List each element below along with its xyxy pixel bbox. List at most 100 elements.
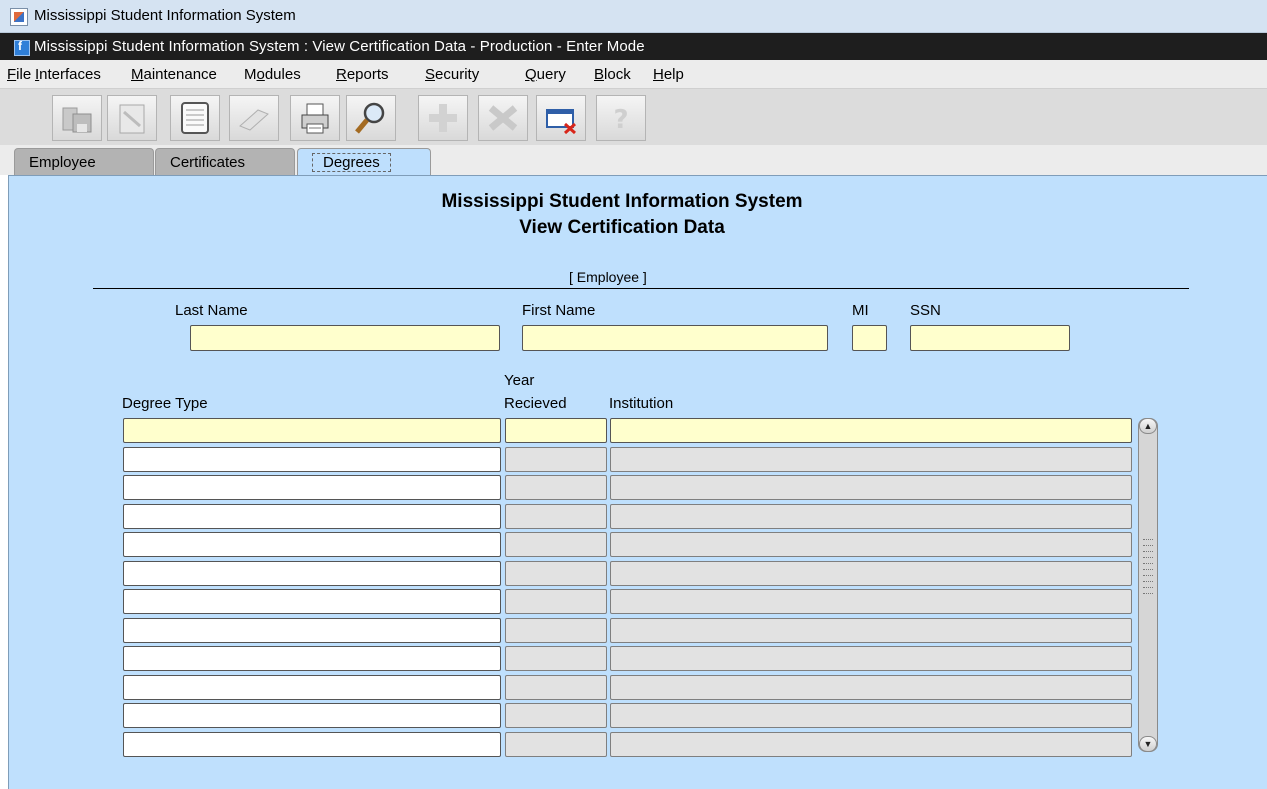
mi-label: MI — [852, 302, 869, 319]
degree-type-cell[interactable] — [123, 503, 501, 529]
institution-cell[interactable] — [610, 674, 1132, 700]
form-heading-line2: View Certification Data — [519, 217, 725, 238]
year-header-line1: Year — [504, 372, 535, 389]
year-received-cell[interactable] — [505, 617, 607, 643]
remove-icon — [239, 109, 269, 131]
institution-cell[interactable] — [610, 703, 1132, 728]
ssn-label: SSN — [910, 302, 941, 319]
form-heading-line1: Mississippi Student Information System — [441, 191, 803, 212]
institution-cell[interactable] — [610, 617, 1132, 643]
degree-type-cell[interactable] — [123, 731, 501, 757]
degree-type-cell[interactable] — [123, 617, 501, 643]
degree-type-cell[interactable] — [123, 703, 501, 728]
insert-record-button[interactable] — [418, 95, 468, 141]
remove-button[interactable] — [229, 95, 279, 141]
scroll-grip — [1143, 539, 1153, 541]
section-divider — [93, 288, 1189, 289]
degree-type-cell[interactable] — [123, 674, 501, 700]
year-received-cell[interactable] — [505, 731, 607, 757]
ssn-field[interactable] — [910, 325, 1070, 351]
list-button[interactable] — [170, 95, 220, 141]
institution-cell[interactable] — [610, 731, 1132, 757]
exit-icon — [546, 109, 577, 135]
scroll-grip — [1143, 587, 1153, 589]
tab-employee-label: Employee — [29, 154, 96, 171]
last-name-label: Last Name — [175, 302, 248, 319]
help-button[interactable]: ? — [596, 95, 646, 141]
scroll-grip — [1143, 557, 1153, 559]
os-title-bar: Mississippi Student Information System — [0, 0, 1267, 33]
menu-query[interactable]: Query — [525, 66, 566, 83]
scroll-grip — [1143, 563, 1153, 565]
degrees-scrollbar[interactable]: ▲ ▼ — [1138, 418, 1158, 752]
search-icon — [355, 102, 385, 134]
institution-cell[interactable] — [610, 503, 1132, 529]
menu-file[interactable]: File — [7, 66, 31, 83]
institution-cell[interactable] — [610, 646, 1132, 671]
year-received-cell[interactable] — [505, 475, 607, 500]
scroll-grip — [1143, 545, 1153, 547]
menu-bar: File Interfaces Maintenance Modules Reports S… — [0, 60, 1267, 89]
year-received-cell[interactable] — [505, 560, 607, 586]
year-received-cell[interactable] — [505, 674, 607, 700]
exit-button[interactable] — [536, 95, 586, 141]
help-icon: ? — [613, 105, 628, 135]
degree-type-cell[interactable] — [123, 589, 501, 614]
institution-cell[interactable] — [610, 475, 1132, 500]
os-window-title: Mississippi Student Information System — [34, 7, 296, 24]
tab-certificates[interactable]: Certificates — [155, 148, 295, 175]
degree-type-cell[interactable] — [123, 646, 501, 671]
institution-cell[interactable] — [610, 446, 1132, 472]
edit-button[interactable] — [107, 95, 157, 141]
menu-maintenance[interactable]: Maintenance — [131, 66, 217, 83]
institution-cell[interactable] — [610, 418, 1132, 443]
scroll-down-icon[interactable]: ▼ — [1139, 736, 1157, 752]
year-received-cell[interactable] — [505, 418, 607, 443]
toolbar: ? — [0, 89, 1267, 146]
menu-block[interactable]: Block — [594, 66, 631, 83]
menu-reports[interactable]: Reports — [336, 66, 389, 83]
scroll-grip — [1143, 551, 1153, 553]
forms-app-icon — [14, 39, 30, 56]
first-name-field[interactable] — [522, 325, 828, 351]
print-button[interactable] — [290, 95, 340, 141]
form-canvas: Mississippi Student Information System V… — [8, 175, 1267, 789]
scroll-grip — [1143, 581, 1153, 583]
degree-type-cell[interactable] — [123, 475, 501, 500]
degree-type-cell[interactable] — [123, 446, 501, 472]
institution-cell[interactable] — [610, 560, 1132, 586]
first-name-label: First Name — [522, 302, 596, 319]
scroll-up-icon[interactable]: ▲ — [1139, 418, 1157, 434]
tab-employee[interactable]: Employee — [14, 148, 154, 175]
menu-interfaces[interactable]: Interfaces — [35, 66, 101, 83]
svg-text:?: ? — [613, 105, 628, 135]
app-title-bar: Mississippi Student Information System :… — [0, 33, 1267, 60]
save-button[interactable] — [52, 95, 102, 141]
employee-section-label: [ Employee ] — [569, 269, 647, 285]
insert-record-icon — [429, 104, 457, 132]
mi-field[interactable] — [852, 325, 887, 351]
menu-modules[interactable]: Modules — [244, 66, 301, 83]
list-icon — [181, 102, 209, 134]
institution-cell[interactable] — [610, 589, 1132, 614]
year-received-cell[interactable] — [505, 446, 607, 472]
degree-type-cell[interactable] — [123, 418, 501, 443]
last-name-field[interactable] — [190, 325, 500, 351]
search-button[interactable] — [346, 95, 396, 141]
delete-record-button[interactable] — [478, 95, 528, 141]
year-received-cell[interactable] — [505, 646, 607, 671]
menu-security[interactable]: Security — [425, 66, 479, 83]
tab-degrees[interactable]: Degrees — [297, 148, 431, 176]
year-received-cell[interactable] — [505, 703, 607, 728]
degree-type-cell[interactable] — [123, 532, 501, 557]
degree-type-cell[interactable] — [123, 560, 501, 586]
scroll-grip — [1143, 569, 1153, 571]
print-icon — [301, 103, 329, 134]
year-received-cell[interactable] — [505, 589, 607, 614]
institution-cell[interactable] — [610, 532, 1132, 557]
year-received-cell[interactable] — [505, 503, 607, 529]
app-window-title: Mississippi Student Information System :… — [34, 38, 645, 55]
menu-help[interactable]: Help — [653, 66, 684, 83]
year-received-cell[interactable] — [505, 532, 607, 557]
year-header-line2: Recieved — [504, 395, 567, 412]
